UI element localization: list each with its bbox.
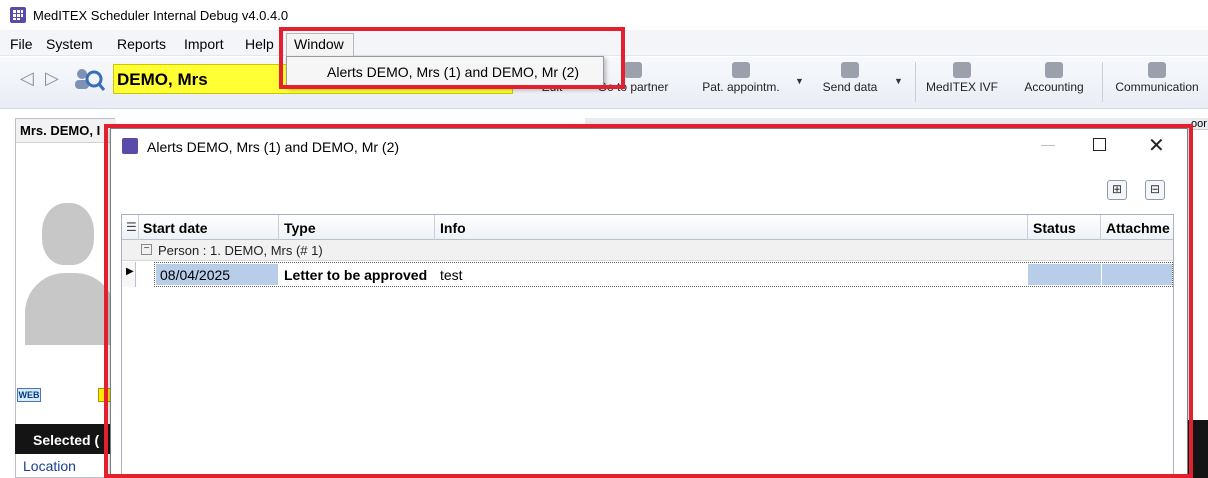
menu-import[interactable]: Import — [184, 36, 224, 52]
patient-name: DEMO, Mrs — [117, 70, 208, 89]
send-data-icon — [841, 62, 859, 78]
pat-appointments-dropdown-icon[interactable]: ▼ — [795, 76, 804, 86]
partner-arrow-icon — [624, 62, 642, 78]
web-badge[interactable]: WEB — [17, 388, 41, 402]
back-arrow-icon[interactable]: ◁ — [20, 68, 34, 90]
send-data-dropdown-icon[interactable]: ▼ — [894, 76, 903, 86]
send-data-button[interactable]: Send data — [812, 60, 888, 106]
menu-help[interactable]: Help — [245, 36, 274, 52]
menu-reports[interactable]: Reports — [117, 36, 166, 52]
patient-search-icon[interactable] — [72, 64, 106, 94]
dialog-highlight-box — [104, 124, 1193, 478]
meditex-ivf-icon — [953, 62, 971, 78]
accounting-button[interactable]: Accounting — [1012, 60, 1096, 106]
patient-panel-title: Mrs. DEMO, I — [20, 123, 101, 138]
avatar — [20, 195, 115, 345]
app-calendar-icon — [10, 7, 26, 23]
pat-appointments-button[interactable]: Pat. appointm. — [693, 60, 789, 106]
main-grid-clipped-header: oor — [1191, 118, 1207, 130]
accounting-icon — [1045, 62, 1063, 78]
communication-button[interactable]: Communication — [1108, 60, 1206, 106]
menu-highlight-box — [279, 27, 625, 89]
selected-header-label: Selected ( — [33, 432, 100, 448]
communication-icon — [1148, 62, 1166, 78]
meditex-ivf-button[interactable]: MedITEX IVF — [920, 60, 1004, 106]
appointments-icon — [732, 62, 750, 78]
app-title: MedITEX Scheduler Internal Debug v4.0.4.… — [33, 8, 289, 23]
forward-arrow-icon[interactable]: ▷ — [45, 68, 59, 90]
menu-system[interactable]: System — [46, 36, 93, 52]
menu-file[interactable]: File — [10, 36, 33, 52]
toolbar-separator — [915, 62, 916, 102]
toolbar-separator — [1102, 62, 1103, 102]
location-label[interactable]: Location — [23, 458, 76, 474]
